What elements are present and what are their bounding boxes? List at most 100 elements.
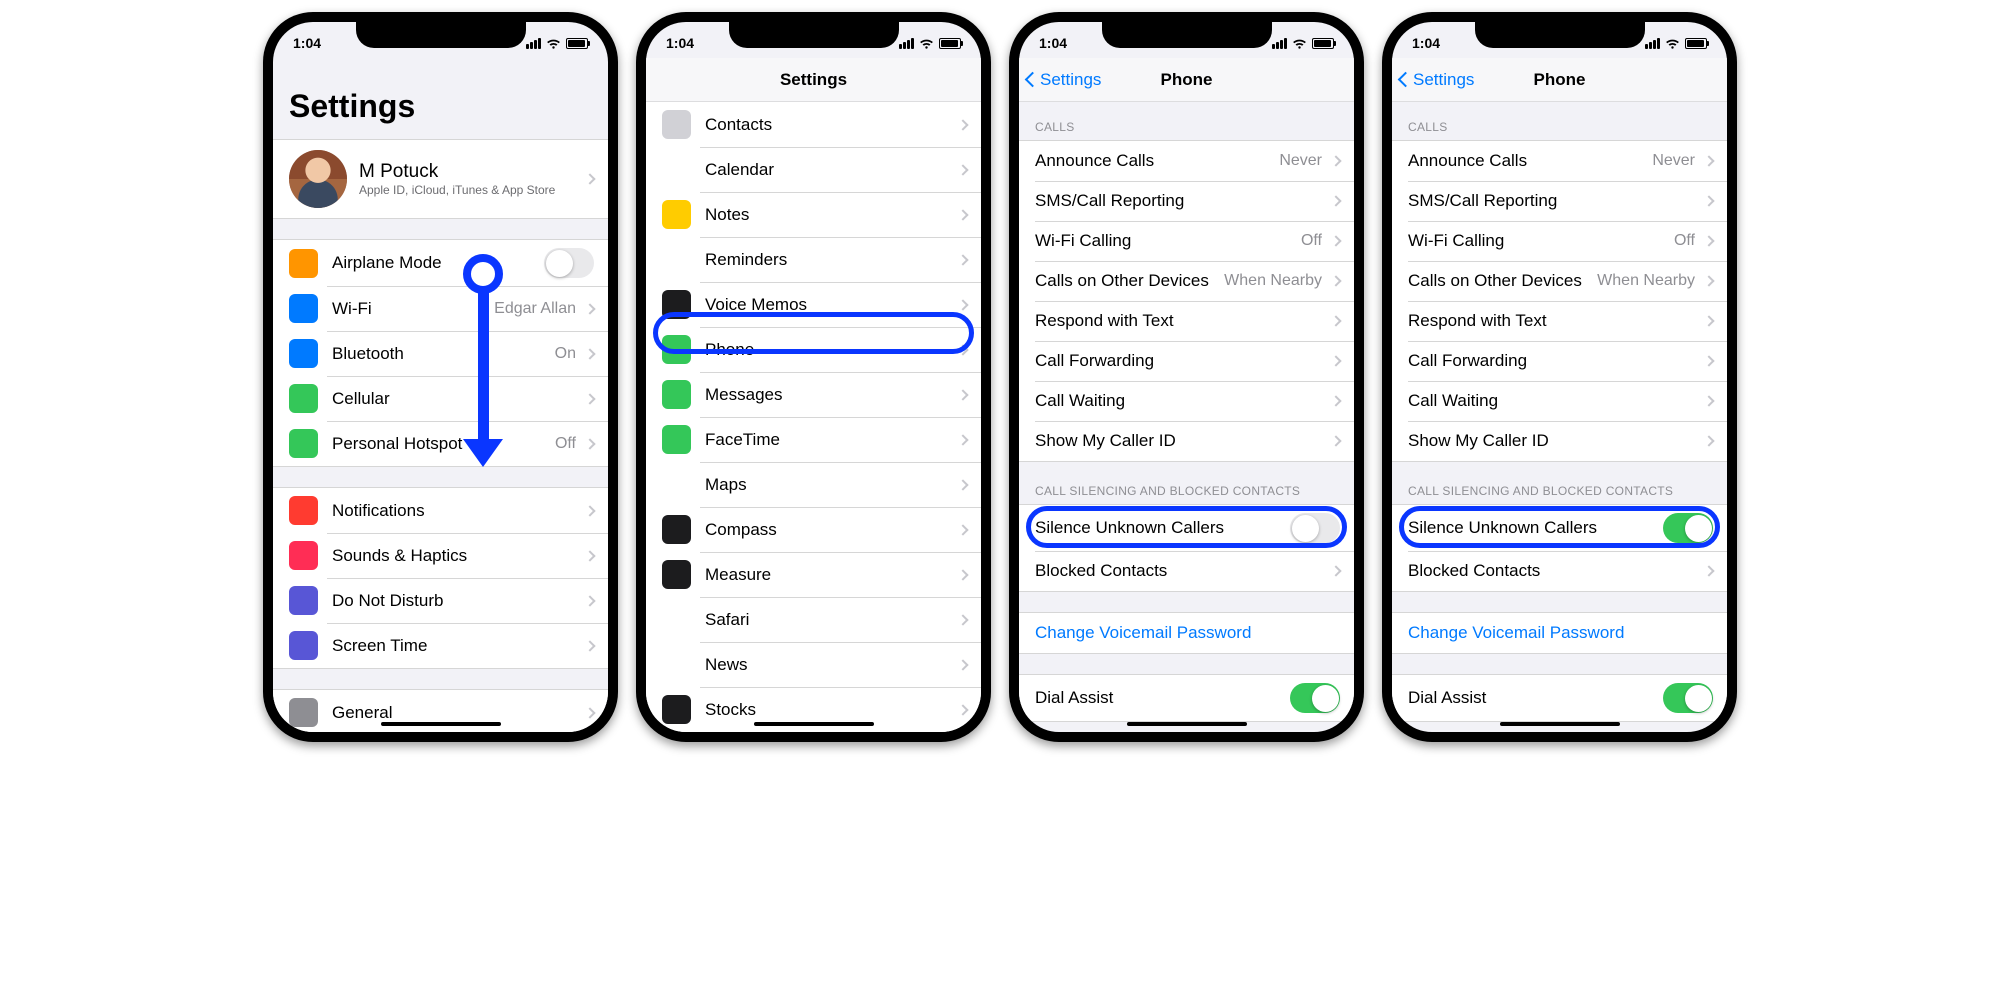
row-waiting[interactable]: Call Waiting bbox=[1392, 381, 1727, 421]
settings-row-compass[interactable]: Compass bbox=[646, 507, 981, 552]
hotspot-icon bbox=[289, 429, 318, 458]
row-label: Silence Unknown Callers bbox=[1408, 518, 1663, 538]
chevron-right-icon bbox=[584, 640, 595, 651]
status-time: 1:04 bbox=[1412, 35, 1440, 51]
row-label: Silence Unknown Callers bbox=[1035, 518, 1290, 538]
section-silencing: CALL SILENCING AND BLOCKED CONTACTS bbox=[1019, 482, 1354, 504]
settings-row-wifi[interactable]: Wi-Fi Edgar Allan bbox=[273, 286, 608, 331]
phone-frame-2: 1:04 Settings Contacts Calendar Notes Re… bbox=[636, 12, 991, 742]
chevron-right-icon bbox=[957, 164, 968, 175]
settings-row-dnd[interactable]: Do Not Disturb bbox=[273, 578, 608, 623]
settings-row-measure[interactable]: Measure bbox=[646, 552, 981, 597]
row-change-voicemail-password[interactable]: Change Voicemail Password bbox=[1392, 613, 1727, 653]
row-silence-unknown[interactable]: Silence Unknown Callers bbox=[1019, 505, 1354, 551]
row-announce[interactable]: Announce Calls Never bbox=[1019, 141, 1354, 181]
settings-row-airplane[interactable]: Airplane Mode bbox=[273, 240, 608, 286]
row-dial-assist[interactable]: Dial Assist bbox=[1019, 675, 1354, 721]
row-smsreport[interactable]: SMS/Call Reporting bbox=[1019, 181, 1354, 221]
section-calls: CALLS bbox=[1392, 102, 1727, 140]
row-forwarding[interactable]: Call Forwarding bbox=[1392, 341, 1727, 381]
back-button[interactable]: Settings bbox=[1027, 70, 1101, 90]
row-label: Call Forwarding bbox=[1408, 351, 1701, 371]
row-otherdevices[interactable]: Calls on Other Devices When Nearby bbox=[1019, 261, 1354, 301]
row-respond[interactable]: Respond with Text bbox=[1392, 301, 1727, 341]
settings-row-notifications[interactable]: Notifications bbox=[273, 488, 608, 533]
settings-row-messages[interactable]: Messages bbox=[646, 372, 981, 417]
silence-unknown-switch[interactable] bbox=[1663, 513, 1713, 543]
settings-row-screentime[interactable]: Screen Time bbox=[273, 623, 608, 668]
contacts-icon bbox=[662, 110, 691, 139]
row-otherdevices[interactable]: Calls on Other Devices When Nearby bbox=[1392, 261, 1727, 301]
dial-assist-switch[interactable] bbox=[1663, 683, 1713, 713]
settings-row-voicememos[interactable]: Voice Memos bbox=[646, 282, 981, 327]
row-callerid[interactable]: Show My Caller ID bbox=[1392, 421, 1727, 461]
safari-icon bbox=[662, 605, 691, 634]
settings-row-sounds[interactable]: Sounds & Haptics bbox=[273, 533, 608, 578]
row-announce[interactable]: Announce Calls Never bbox=[1392, 141, 1727, 181]
row-label: Change Voicemail Password bbox=[1408, 623, 1713, 643]
back-button[interactable]: Settings bbox=[1400, 70, 1474, 90]
row-smsreport[interactable]: SMS/Call Reporting bbox=[1392, 181, 1727, 221]
row-label: Cellular bbox=[332, 389, 582, 409]
row-label: Wi-Fi Calling bbox=[1408, 231, 1674, 251]
row-label: Calendar bbox=[705, 160, 955, 180]
chevron-right-icon bbox=[1330, 355, 1341, 366]
chevron-right-icon bbox=[1703, 275, 1714, 286]
chevron-right-icon bbox=[957, 524, 968, 535]
row-label: Call Waiting bbox=[1035, 391, 1328, 411]
settings-row-safari[interactable]: Safari bbox=[646, 597, 981, 642]
row-label: Show My Caller ID bbox=[1408, 431, 1701, 451]
chevron-right-icon bbox=[957, 254, 968, 265]
chevron-right-icon bbox=[584, 595, 595, 606]
row-blocked-contacts[interactable]: Blocked Contacts bbox=[1392, 551, 1727, 591]
dial-assist-switch[interactable] bbox=[1290, 683, 1340, 713]
page-title: Settings bbox=[273, 58, 608, 131]
row-change-voicemail-password[interactable]: Change Voicemail Password bbox=[1019, 613, 1354, 653]
settings-row-maps[interactable]: Maps bbox=[646, 462, 981, 507]
row-label: Measure bbox=[705, 565, 955, 585]
row-callerid[interactable]: Show My Caller ID bbox=[1019, 421, 1354, 461]
section-silencing: CALL SILENCING AND BLOCKED CONTACTS bbox=[1392, 482, 1727, 504]
row-blocked-contacts[interactable]: Blocked Contacts bbox=[1019, 551, 1354, 591]
news-icon bbox=[662, 650, 691, 679]
settings-row-hotspot[interactable]: Personal Hotspot Off bbox=[273, 421, 608, 466]
apple-id-row[interactable]: M Potuck Apple ID, iCloud, iTunes & App … bbox=[273, 140, 608, 218]
settings-row-bluetooth[interactable]: Bluetooth On bbox=[273, 331, 608, 376]
home-indicator bbox=[1127, 722, 1247, 726]
bell-icon bbox=[289, 496, 318, 525]
settings-row-notes[interactable]: Notes bbox=[646, 192, 981, 237]
home-indicator bbox=[381, 722, 501, 726]
settings-row-facetime[interactable]: FaceTime bbox=[646, 417, 981, 462]
chevron-right-icon bbox=[957, 479, 968, 490]
chevron-right-icon bbox=[584, 173, 595, 184]
settings-row-news[interactable]: News bbox=[646, 642, 981, 687]
row-wificalling[interactable]: Wi-Fi Calling Off bbox=[1019, 221, 1354, 261]
row-label: Messages bbox=[705, 385, 955, 405]
row-dial-assist[interactable]: Dial Assist bbox=[1392, 675, 1727, 721]
settings-row-calendar[interactable]: Calendar bbox=[646, 147, 981, 192]
settings-row-cellular[interactable]: Cellular bbox=[273, 376, 608, 421]
silence-unknown-switch[interactable] bbox=[1290, 513, 1340, 543]
row-waiting[interactable]: Call Waiting bbox=[1019, 381, 1354, 421]
settings-row-contacts[interactable]: Contacts bbox=[646, 102, 981, 147]
row-forwarding[interactable]: Call Forwarding bbox=[1019, 341, 1354, 381]
bluetooth-icon bbox=[289, 339, 318, 368]
cellular-icon bbox=[289, 384, 318, 413]
notch bbox=[729, 22, 899, 48]
row-respond[interactable]: Respond with Text bbox=[1019, 301, 1354, 341]
row-detail: Off bbox=[1301, 232, 1322, 250]
row-silence-unknown[interactable]: Silence Unknown Callers bbox=[1392, 505, 1727, 551]
chevron-right-icon bbox=[1330, 235, 1341, 246]
phone-frame-4: 1:04 Settings Phone CALLS Announce Calls… bbox=[1382, 12, 1737, 742]
chevron-right-icon bbox=[957, 389, 968, 400]
row-label: Dial Assist bbox=[1035, 688, 1290, 708]
row-label: Respond with Text bbox=[1408, 311, 1701, 331]
row-wificalling[interactable]: Wi-Fi Calling Off bbox=[1392, 221, 1727, 261]
speaker-icon bbox=[289, 541, 318, 570]
settings-row-reminders[interactable]: Reminders bbox=[646, 237, 981, 282]
chevron-right-icon bbox=[584, 505, 595, 516]
signal-icon bbox=[1272, 38, 1287, 49]
chevron-left-icon bbox=[1398, 72, 1414, 88]
settings-row-phone[interactable]: Phone bbox=[646, 327, 981, 372]
airplane-switch[interactable] bbox=[544, 248, 594, 278]
